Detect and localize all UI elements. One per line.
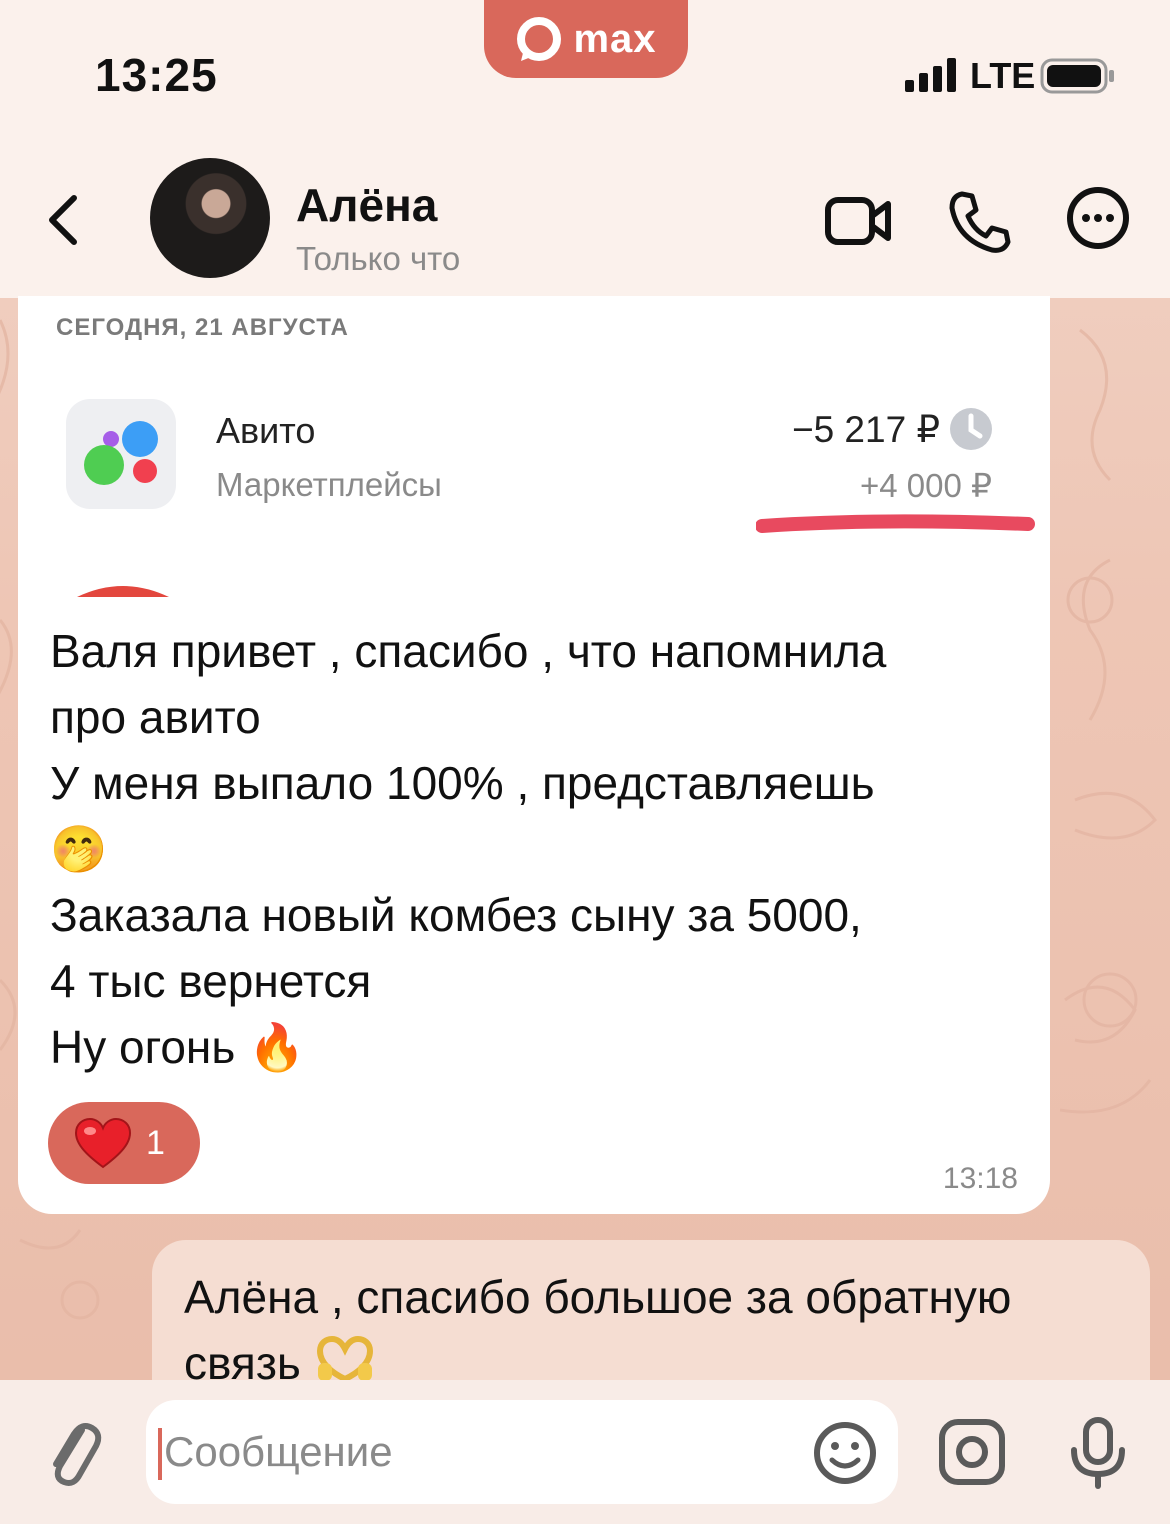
outgoing-message-text: Алёна , спасибо большое за обратную связ…: [184, 1271, 1012, 1389]
paperclip-icon[interactable]: [42, 1416, 104, 1490]
status-bar: 13:25 max LTE: [0, 0, 1170, 140]
battery-icon: [1040, 58, 1114, 94]
heart-hands-icon: [316, 1335, 373, 1383]
contact-status: Только что: [296, 240, 461, 277]
message-text: Валя привет , спасибо , что напомнила пр…: [50, 625, 887, 1073]
message-composer: Сообщение: [0, 1380, 1170, 1524]
avatar[interactable]: [150, 158, 270, 278]
date-label: СЕГОДНЯ, 21 АВГУСТА: [56, 314, 349, 341]
merchant-name: Авито: [216, 410, 316, 451]
phone-call-icon[interactable]: [948, 190, 1012, 254]
contact-name[interactable]: Алёна: [296, 178, 437, 232]
avito-logo-icon: [84, 421, 158, 485]
message-input[interactable]: Сообщение: [146, 1400, 898, 1504]
emoji-icon[interactable]: [812, 1420, 878, 1486]
max-label: max: [573, 16, 657, 61]
status-time: 13:25: [95, 49, 218, 101]
message-time: 13:18: [942, 1162, 1018, 1195]
reaction-count: 1: [146, 1123, 165, 1162]
max-logo-icon: [517, 17, 562, 61]
incoming-message[interactable]: СЕГОДНЯ, 21 АВГУСТА Авито Маркетплейсы −…: [18, 296, 1050, 1214]
video-call-icon[interactable]: [824, 192, 894, 250]
merchant-category: Маркетплейсы: [216, 466, 442, 503]
max-app-badge[interactable]: max: [484, 0, 688, 78]
network-type: LTE: [970, 55, 1036, 96]
chat-header: Алёна Только что: [0, 140, 1170, 298]
camera-icon[interactable]: [938, 1418, 1006, 1486]
heart-icon: [74, 1117, 132, 1169]
microphone-icon[interactable]: [1068, 1416, 1128, 1490]
more-options-icon[interactable]: [1066, 186, 1130, 250]
clock-icon: [950, 408, 992, 450]
cropped-avatar-edge: [77, 586, 169, 597]
signal-icon: [905, 58, 956, 92]
highlight-underline: [756, 514, 1035, 533]
message-placeholder: Сообщение: [164, 1428, 393, 1475]
outgoing-text-block: Алёна , спасибо большое за обратную связ…: [184, 1264, 1124, 1396]
reaction-badge[interactable]: 1: [48, 1102, 200, 1184]
back-arrow-icon[interactable]: [40, 190, 90, 250]
text-caret: [158, 1428, 162, 1480]
transaction-amount: −5 217 ₽: [791, 409, 940, 450]
avito-app-icon: [66, 399, 176, 509]
cashback-amount: +4 000 ₽: [859, 467, 992, 504]
